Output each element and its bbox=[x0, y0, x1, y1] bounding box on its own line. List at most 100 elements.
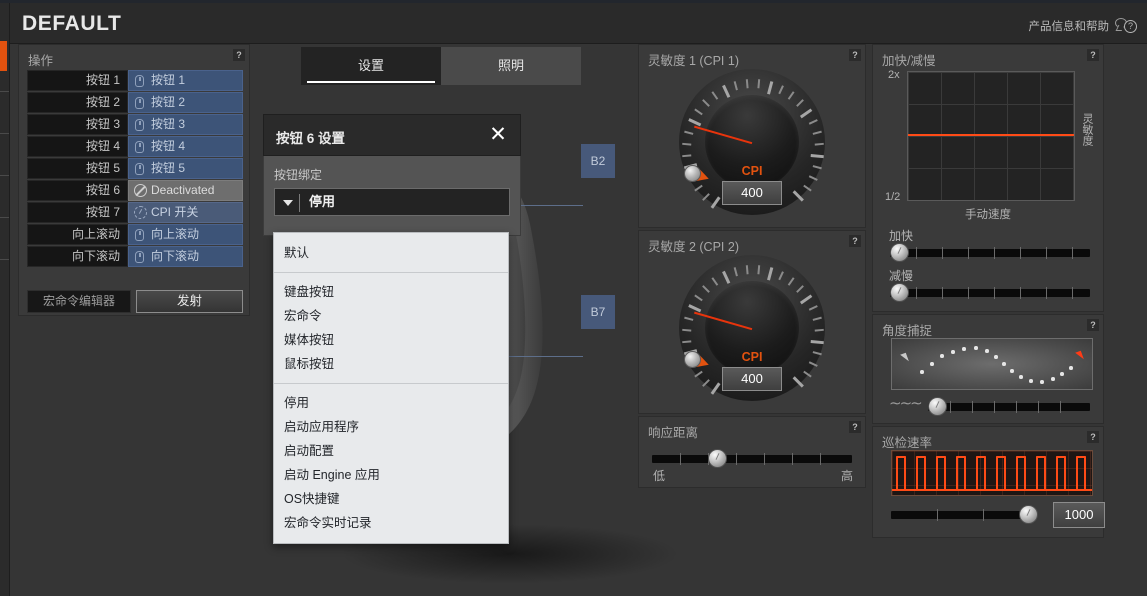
binding-dropdown-menu[interactable]: 默认 键盘按钮 宏命令 媒体按钮 鼠标按钮 停用 启动应用程序 启动配置 启动 … bbox=[273, 232, 509, 544]
dial-drag-handle[interactable] bbox=[684, 351, 701, 368]
accelerate-slider[interactable] bbox=[890, 243, 1090, 262]
row-value[interactable]: 按钮 3 bbox=[128, 114, 243, 135]
table-row[interactable]: 按钮 1 按钮 1 bbox=[27, 70, 243, 91]
tab-settings[interactable]: 设置 bbox=[301, 47, 441, 85]
angle-snapping-help-icon[interactable]: ? bbox=[1087, 319, 1099, 331]
table-row[interactable]: 向上滚动 向上滚动 bbox=[27, 224, 243, 245]
actions-panel-title: 操作 bbox=[28, 54, 54, 68]
response-distance-slider[interactable] bbox=[652, 449, 852, 468]
dialog-title: 按钮 6 设置 bbox=[276, 131, 346, 146]
chevron-down-icon bbox=[283, 200, 293, 206]
polling-rate-value[interactable]: 1000 bbox=[1053, 502, 1105, 528]
rail-divider bbox=[0, 175, 9, 176]
response-distance-help-icon[interactable]: ? bbox=[849, 421, 861, 433]
row-value-text: 按钮 3 bbox=[151, 117, 186, 131]
menu-item-default[interactable]: 默认 bbox=[274, 241, 508, 265]
tab-lighting[interactable]: 照明 bbox=[441, 47, 581, 85]
table-row[interactable]: 按钮 3 按钮 3 bbox=[27, 114, 243, 135]
sensitivity-1-panel: 灵敏度 1 (CPI 1) ? CPI 400 bbox=[638, 44, 866, 228]
cpi-dial-1[interactable]: CPI 400 bbox=[679, 69, 825, 215]
accel-y-min-label: 1/2 bbox=[885, 191, 901, 203]
menu-item-mouse-button[interactable]: 鼠标按钮 bbox=[274, 352, 508, 376]
page-title: DEFAULT bbox=[22, 12, 122, 35]
app-header: DEFAULT 产品信息和帮助 ? bbox=[10, 3, 1147, 44]
angle-snapping-panel: 角度捕捉 ? ∼∼∼ bbox=[872, 314, 1104, 424]
row-value[interactable]: 向下滚动 bbox=[128, 246, 243, 267]
table-row[interactable]: 按钮 2 按钮 2 bbox=[27, 92, 243, 113]
decelerate-slider[interactable] bbox=[890, 283, 1090, 302]
button-binding-select[interactable]: 停用 bbox=[274, 188, 510, 216]
rail-divider bbox=[0, 91, 9, 92]
table-row[interactable]: 向下滚动 向下滚动 bbox=[27, 246, 243, 267]
actions-panel: 操作 ? 按钮 1 按钮 1 按钮 2 按钮 2 按钮 3 按钮 3 按钮 4 … bbox=[18, 44, 250, 316]
mouse-icon bbox=[135, 75, 144, 87]
row-value[interactable]: Deactivated bbox=[128, 180, 243, 201]
row-value[interactable]: CPI 开关 bbox=[128, 202, 243, 223]
polling-rate-knob[interactable] bbox=[1019, 505, 1038, 524]
row-value[interactable]: 按钮 4 bbox=[128, 136, 243, 157]
fire-button[interactable]: 发射 bbox=[136, 290, 243, 313]
sensitivity-2-help-icon[interactable]: ? bbox=[849, 235, 861, 247]
menu-item-disable[interactable]: 停用 bbox=[274, 391, 508, 415]
actions-help-icon[interactable]: ? bbox=[233, 49, 245, 61]
table-row[interactable]: 按钮 7 CPI 开关 bbox=[27, 202, 243, 223]
select-divider bbox=[299, 194, 300, 212]
actions-footer: 宏命令编辑器 发射 bbox=[27, 290, 243, 313]
polling-rate-help-icon[interactable]: ? bbox=[1087, 431, 1099, 443]
menu-item-launch-engine-app[interactable]: 启动 Engine 应用 bbox=[274, 463, 508, 487]
row-label: 按钮 7 bbox=[27, 202, 128, 223]
menu-item-launch-profile[interactable]: 启动配置 bbox=[274, 439, 508, 463]
menu-item-keyboard-button[interactable]: 键盘按钮 bbox=[274, 280, 508, 304]
help-bubble-icon: ? bbox=[1115, 17, 1137, 34]
close-icon[interactable]: ✕ bbox=[486, 123, 510, 147]
callout-b2[interactable]: B2 bbox=[581, 144, 615, 178]
accel-y-axis-label: 灵敏度 bbox=[1081, 113, 1093, 146]
cpi-value-2[interactable]: 400 bbox=[722, 367, 782, 391]
acceleration-panel: 加快/减慢 ? 2x 1/2 灵敏度 手动速度 加快 减慢 bbox=[872, 44, 1104, 312]
rail-active-indicator bbox=[0, 41, 7, 71]
cpi-value-1[interactable]: 400 bbox=[722, 181, 782, 205]
acceleration-graph[interactable] bbox=[907, 71, 1075, 201]
row-value[interactable]: 向上滚动 bbox=[128, 224, 243, 245]
callout-b7[interactable]: B7 bbox=[581, 295, 615, 329]
row-value[interactable]: 按钮 1 bbox=[128, 70, 243, 91]
sensitivity-1-help-icon[interactable]: ? bbox=[849, 49, 861, 61]
polling-rate-slider[interactable] bbox=[891, 505, 1038, 524]
row-value-text: 按钮 5 bbox=[151, 161, 186, 175]
angle-snapping-title: 角度捕捉 bbox=[882, 324, 933, 338]
mouse-icon bbox=[135, 251, 144, 263]
table-row[interactable]: 按钮 6 Deactivated bbox=[27, 180, 243, 201]
menu-item-macro-live-record[interactable]: 宏命令实时记录 bbox=[274, 511, 508, 535]
mouse-icon bbox=[135, 119, 144, 131]
accel-x-axis-label: 手动速度 bbox=[965, 209, 1011, 221]
accelerate-knob[interactable] bbox=[890, 243, 909, 262]
menu-item-launch-application[interactable]: 启动应用程序 bbox=[274, 415, 508, 439]
decelerate-knob[interactable] bbox=[890, 283, 909, 302]
row-value-text: 按钮 4 bbox=[151, 139, 186, 153]
acceleration-help-icon[interactable]: ? bbox=[1087, 49, 1099, 61]
response-distance-max-label: 高 bbox=[840, 469, 853, 483]
dialog-header: 按钮 6 设置 ✕ bbox=[263, 114, 521, 156]
macro-editor-button[interactable]: 宏命令编辑器 bbox=[27, 290, 131, 313]
product-info-help-link[interactable]: 产品信息和帮助 ? bbox=[1029, 17, 1137, 34]
row-label: 向下滚动 bbox=[27, 246, 128, 267]
dial-drag-handle[interactable] bbox=[684, 165, 701, 182]
menu-item-media-button[interactable]: 媒体按钮 bbox=[274, 328, 508, 352]
table-row[interactable]: 按钮 4 按钮 4 bbox=[27, 136, 243, 157]
angle-snapping-slider[interactable] bbox=[928, 397, 1090, 416]
row-value[interactable]: 按钮 2 bbox=[128, 92, 243, 113]
main-body: 操作 ? 按钮 1 按钮 1 按钮 2 按钮 2 按钮 3 按钮 3 按钮 4 … bbox=[10, 44, 1147, 596]
menu-item-os-shortcut[interactable]: OS快捷键 bbox=[274, 487, 508, 511]
row-value-text: CPI 开关 bbox=[151, 205, 199, 219]
table-row[interactable]: 按钮 5 按钮 5 bbox=[27, 158, 243, 179]
menu-item-macro[interactable]: 宏命令 bbox=[274, 304, 508, 328]
row-label: 按钮 5 bbox=[27, 158, 128, 179]
row-value-text: 向下滚动 bbox=[151, 249, 200, 263]
response-distance-knob[interactable] bbox=[708, 449, 727, 468]
button-settings-dialog: 按钮 6 设置 ✕ 按钮绑定 停用 默认 键盘按钮 宏命令 媒体按钮 鼠标按钮 bbox=[263, 114, 521, 544]
select-value: 停用 bbox=[309, 194, 336, 209]
row-value[interactable]: 按钮 5 bbox=[128, 158, 243, 179]
left-rail[interactable] bbox=[0, 3, 10, 596]
angle-snapping-knob[interactable] bbox=[928, 397, 947, 416]
cpi-dial-2[interactable]: CPI 400 bbox=[679, 255, 825, 401]
